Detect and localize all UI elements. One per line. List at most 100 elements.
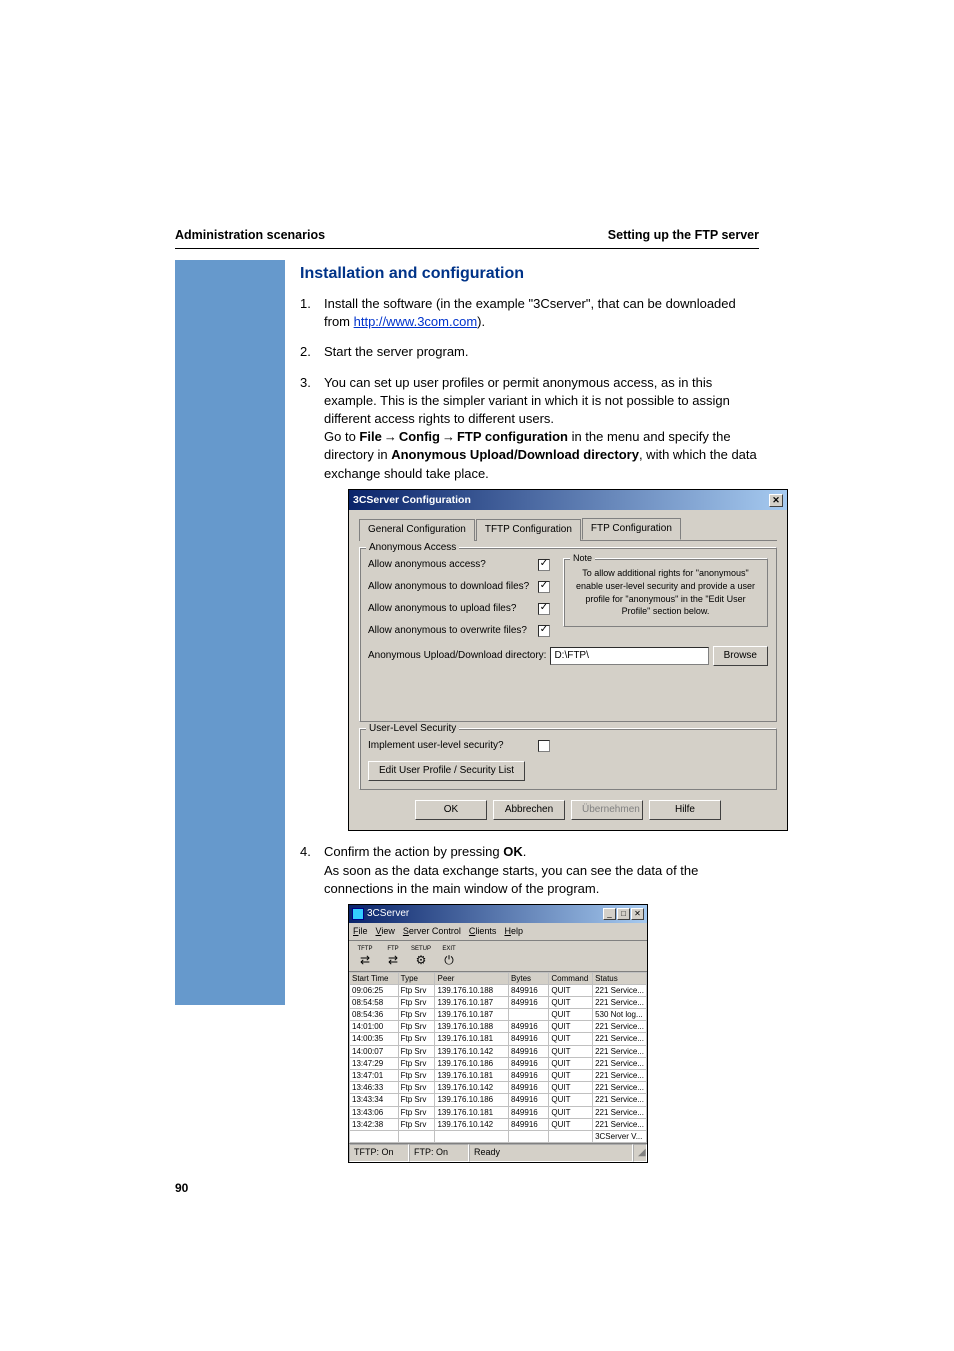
maximize-icon[interactable]: □ [617,908,630,920]
table-cell: 849916 [509,1118,549,1130]
table-cell: QUIT [549,1094,593,1106]
menu-server-control[interactable]: Server Control [403,925,461,938]
table-cell: Ftp Srv [398,1045,435,1057]
note-box: Note To allow additional rights for "ano… [563,558,768,626]
arrow-icon: → [440,429,457,444]
ok-button[interactable]: OK [415,800,487,820]
table-row[interactable]: 08:54:58Ftp Srv139.176.10.187849916QUIT2… [350,996,647,1008]
close-icon[interactable]: ✕ [769,494,783,507]
table-row[interactable]: 3CServer V... [350,1130,647,1142]
help-button[interactable]: Hilfe [649,800,721,820]
tab-ftp[interactable]: FTP Configuration [582,518,681,540]
cancel-button[interactable]: Abbrechen [493,800,565,820]
col-status[interactable]: Status [593,972,647,984]
lbl-upload-dir: Anonymous Upload/Download directory: [368,649,546,663]
table-cell: 13:42:38 [350,1118,399,1130]
arrow-icon: → [382,429,399,444]
table-cell: 221 Service... [593,1070,647,1082]
tab-tftp[interactable]: TFTP Configuration [476,519,581,541]
browse-button[interactable]: Browse [713,646,768,666]
step-2: Start the server program. [300,343,760,361]
close-icon[interactable]: ✕ [631,908,644,920]
group-anonymous-legend: Anonymous Access [366,541,459,555]
dir-input[interactable]: D:\FTP\ [550,647,708,665]
table-cell: 849916 [509,1106,549,1118]
network-icon: ⇄ [388,954,398,966]
table-cell: 13:47:29 [350,1057,399,1069]
menu-file[interactable]: File [353,925,368,938]
table-cell: QUIT [549,1070,593,1082]
table-row[interactable]: 09:06:25Ftp Srv139.176.10.188849916QUIT2… [350,984,647,996]
table-cell: QUIT [549,1082,593,1094]
menu-file-bold: File [359,429,381,444]
table-cell: 849916 [509,1045,549,1057]
table-cell: 849916 [509,1033,549,1045]
tb-setup[interactable]: SETUP⚙ [408,944,434,968]
table-row[interactable]: 13:46:33Ftp Srv139.176.10.142849916QUIT2… [350,1082,647,1094]
table-row[interactable]: 13:47:01Ftp Srv139.176.10.181849916QUIT2… [350,1070,647,1082]
table-cell: 221 Service... [593,996,647,1008]
link-3com[interactable]: http://www.3com.com [354,314,478,329]
lbl-allow-upload: Allow anonymous to upload files? [368,602,538,616]
header-left: Administration scenarios [175,228,325,242]
chk-allow-overwrite[interactable] [538,625,550,637]
table-cell: 849916 [509,1057,549,1069]
table-cell: 09:06:25 [350,984,399,996]
table-cell: QUIT [549,1033,593,1045]
table-row[interactable]: 13:43:06Ftp Srv139.176.10.181849916QUIT2… [350,1106,647,1118]
table-row[interactable]: 13:47:29Ftp Srv139.176.10.186849916QUIT2… [350,1057,647,1069]
resize-grip-icon[interactable]: ◢ [633,1144,647,1162]
col-start-time[interactable]: Start Time [350,972,399,984]
col-peer[interactable]: Peer [435,972,509,984]
minimize-icon[interactable]: _ [603,908,616,920]
step4-ok: OK [503,844,523,859]
table-cell: 139.176.10.187 [435,1009,509,1021]
table-cell: 139.176.10.188 [435,1021,509,1033]
network-icon: ⇄ [360,954,370,966]
anon-dir-bold: Anonymous Upload/Download directory [391,447,639,462]
dialog-title: 3CServer Configuration [353,493,471,508]
menu-view[interactable]: View [376,925,395,938]
group-userlevel-legend: User-Level Security [366,722,459,736]
status-tftp: TFTP: On [349,1144,409,1162]
table-cell: Ftp Srv [398,1082,435,1094]
toolbar: TFTP⇄ FTP⇄ SETUP⚙ EXIT⏻ [349,941,647,972]
step-1: Install the software (in the example "3C… [300,295,760,331]
tb-exit[interactable]: EXIT⏻ [436,944,462,968]
table-cell: 221 Service... [593,1033,647,1045]
server-main-window: 3CServer _ □ ✕ File View Server Control … [348,904,648,1163]
tab-general[interactable]: General Configuration [359,519,475,541]
table-cell: 221 Service... [593,1057,647,1069]
table-cell: Ftp Srv [398,984,435,996]
menu-help[interactable]: Help [504,925,523,938]
col-type[interactable]: Type [398,972,435,984]
col-bytes[interactable]: Bytes [509,972,549,984]
exit-icon: ⏻ [444,954,454,966]
tb-ftp[interactable]: FTP⇄ [380,944,406,968]
table-cell: Ftp Srv [398,1057,435,1069]
apply-button: Übernehmen [571,800,643,820]
table-cell: QUIT [549,1021,593,1033]
lbl-impl-user: Implement user-level security? [368,739,538,753]
table-row[interactable]: 13:43:34Ftp Srv139.176.10.186849916QUIT2… [350,1094,647,1106]
chk-allow-upload[interactable] [538,603,550,615]
table-row[interactable]: 08:54:36Ftp Srv139.176.10.187QUIT530 Not… [350,1009,647,1021]
table-cell: 221 Service... [593,1045,647,1057]
table-row[interactable]: 14:00:07Ftp Srv139.176.10.142849916QUIT2… [350,1045,647,1057]
chk-allow-anon[interactable] [538,559,550,571]
note-text: To allow additional rights for "anonymou… [576,568,755,616]
col-command[interactable]: Command [549,972,593,984]
chk-allow-download[interactable] [538,581,550,593]
menu-clients[interactable]: Clients [469,925,497,938]
table-row[interactable]: 13:42:38Ftp Srv139.176.10.142849916QUIT2… [350,1118,647,1130]
edit-profile-button[interactable]: Edit User Profile / Security List [368,761,525,781]
status-ready: Ready [469,1144,633,1162]
chk-impl-user[interactable] [538,740,550,752]
table-cell: 849916 [509,996,549,1008]
table-row[interactable]: 14:01:00Ftp Srv139.176.10.188849916QUIT2… [350,1021,647,1033]
table-cell: Ftp Srv [398,1118,435,1130]
table-cell: QUIT [549,1057,593,1069]
tb-tftp[interactable]: TFTP⇄ [352,944,378,968]
step1-text-b: ). [477,314,485,329]
table-row[interactable]: 14:00:35Ftp Srv139.176.10.181849916QUIT2… [350,1033,647,1045]
